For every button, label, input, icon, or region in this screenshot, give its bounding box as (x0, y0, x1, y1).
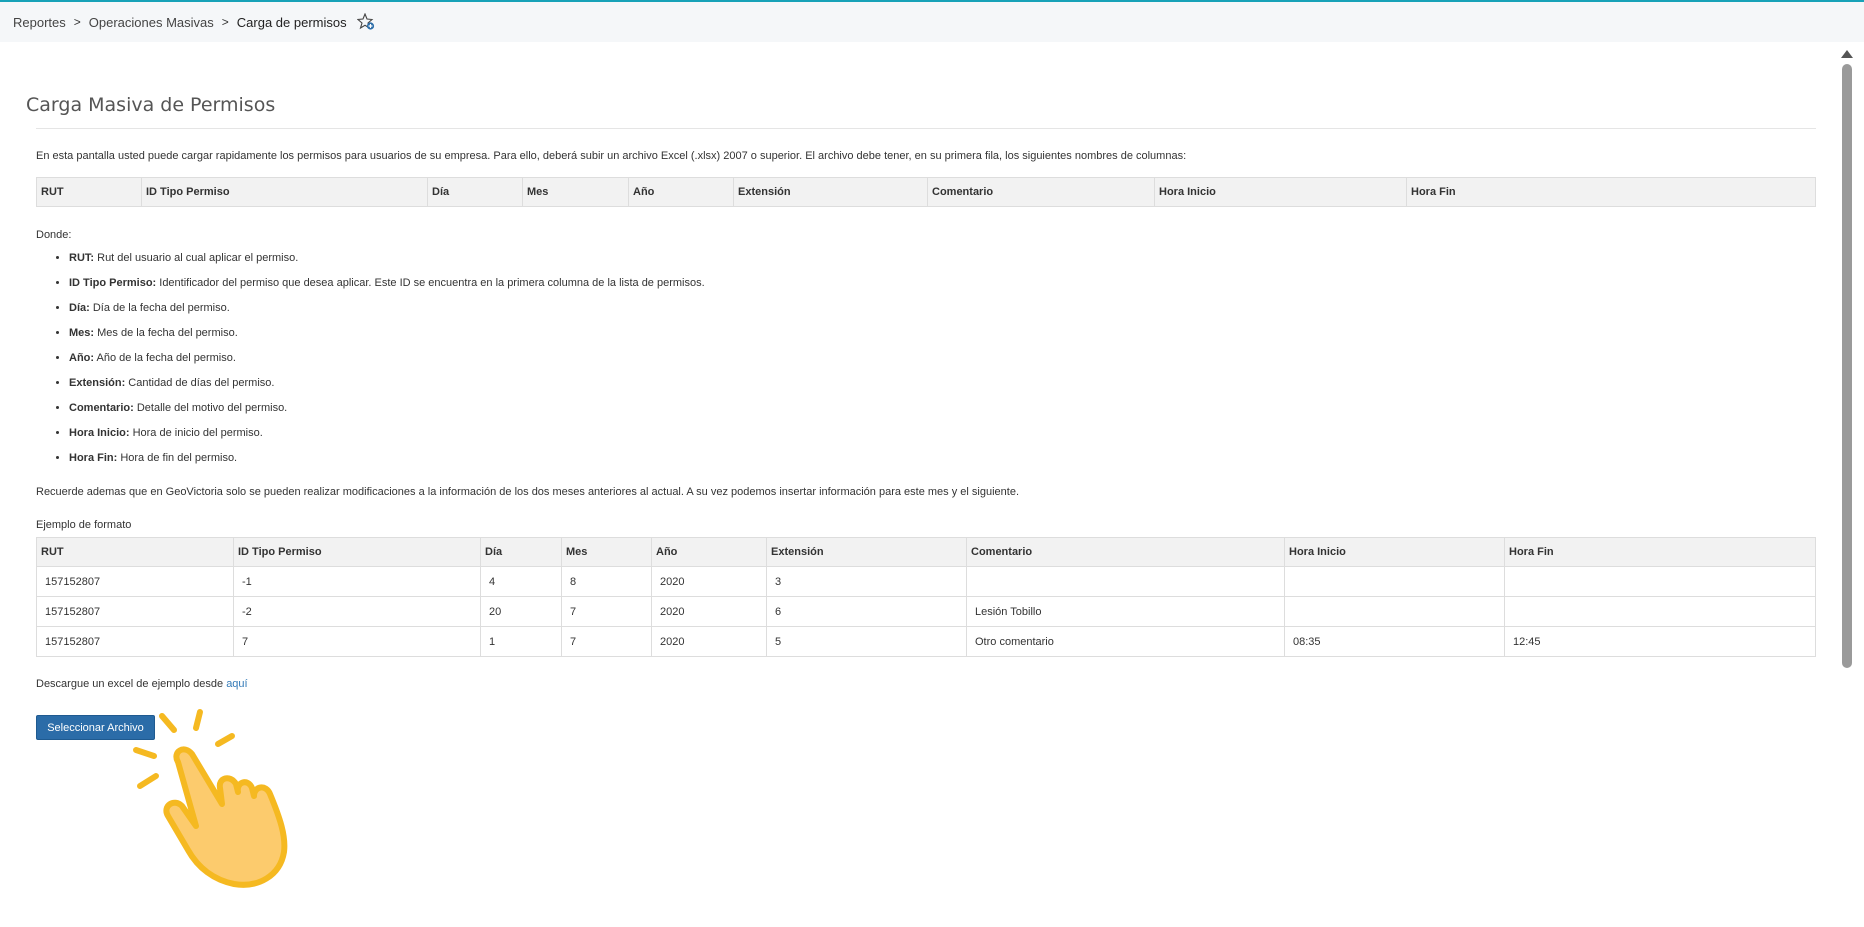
pointing-hand-cursor-icon (130, 700, 330, 900)
table-cell: 2020 (651, 626, 767, 657)
download-text: Descargue un excel de ejemplo desde aquí (36, 678, 248, 690)
table-cell: Lesión Tobillo (966, 596, 1285, 627)
table-cell: 2020 (651, 566, 767, 597)
table-cell: 157152807 (36, 626, 234, 657)
breadcrumb-item-current: Carga de permisos (236, 14, 347, 30)
example-label: Ejemplo de formato (36, 519, 132, 531)
table-cell: 4 (480, 566, 562, 597)
page-title: Carga Masiva de Permisos (26, 93, 276, 116)
list-item: Mes: Mes de la fecha del permiso. (69, 321, 705, 346)
column-header: Hora Inicio (1284, 537, 1505, 567)
table-cell: 3 (766, 566, 967, 597)
column-header: Año (628, 177, 734, 207)
column-header: ID Tipo Permiso (233, 537, 481, 567)
column-header: RUT (36, 177, 142, 207)
table-cell (1504, 596, 1816, 627)
table-cell: Otro comentario (966, 626, 1285, 657)
donde-label: Donde: (36, 229, 72, 241)
table-row: 157152807 7 1 7 2020 5 Otro comentario 0… (36, 626, 1816, 657)
table-cell: 8 (561, 566, 652, 597)
table-cell: 20 (480, 596, 562, 627)
column-header: Comentario (927, 177, 1155, 207)
breadcrumb-item-reportes[interactable]: Reportes (13, 15, 66, 30)
table-cell: -1 (233, 566, 481, 597)
breadcrumb-separator: > (221, 15, 229, 29)
table-cell: 157152807 (36, 596, 234, 627)
list-item: Día: Día de la fecha del permiso. (69, 296, 705, 321)
table-row: 157152807 -1 4 8 2020 3 (36, 566, 1816, 597)
column-header: Día (480, 537, 562, 567)
table-cell: 7 (233, 626, 481, 657)
column-header: RUT (36, 537, 234, 567)
list-item: Hora Inicio: Hora de inicio del permiso. (69, 421, 705, 446)
column-header: Día (427, 177, 523, 207)
breadcrumb: Reportes > Operaciones Masivas > Carga d… (0, 2, 1864, 42)
column-header: Extensión (766, 537, 967, 567)
intro-text: En esta pantalla usted puede cargar rapi… (36, 150, 1187, 162)
table-cell (1284, 566, 1505, 597)
download-example-link[interactable]: aquí (226, 678, 247, 690)
table-row: 157152807 -2 20 7 2020 6 Lesión Tobillo (36, 596, 1816, 627)
table-cell (1284, 596, 1505, 627)
table-cell (966, 566, 1285, 597)
column-header: Mes (561, 537, 652, 567)
scroll-up-arrow-icon[interactable] (1839, 47, 1855, 59)
column-header: ID Tipo Permiso (141, 177, 428, 207)
column-header: Hora Fin (1406, 177, 1816, 207)
example-table: RUT ID Tipo Permiso Día Mes Año Extensió… (36, 537, 1816, 657)
title-divider (36, 128, 1816, 129)
table-cell: 12:45 (1504, 626, 1816, 657)
favorite-star-icon[interactable] (356, 12, 375, 31)
column-header: Mes (522, 177, 629, 207)
table-cell: 1 (480, 626, 562, 657)
note-text: Recuerde ademas que en GeoVictoria solo … (36, 486, 1019, 498)
breadcrumb-item-operaciones[interactable]: Operaciones Masivas (89, 15, 214, 30)
breadcrumb-separator: > (73, 15, 81, 29)
column-header: Extensión (733, 177, 928, 207)
column-header: Hora Inicio (1154, 177, 1407, 207)
column-header: Comentario (966, 537, 1285, 567)
table-cell: 157152807 (36, 566, 234, 597)
table-cell: 7 (561, 626, 652, 657)
required-columns-table: RUT ID Tipo Permiso Día Mes Año Extensió… (36, 177, 1816, 207)
list-item: ID Tipo Permiso: Identificador del permi… (69, 271, 705, 296)
list-item: Hora Fin: Hora de fin del permiso. (69, 446, 705, 471)
list-item: Extensión: Cantidad de días del permiso. (69, 371, 705, 396)
column-header: Año (651, 537, 767, 567)
scrollbar-thumb[interactable] (1842, 64, 1852, 668)
table-cell (1504, 566, 1816, 597)
table-cell: 5 (766, 626, 967, 657)
list-item: RUT: Rut del usuario al cual aplicar el … (69, 246, 705, 271)
table-cell: 7 (561, 596, 652, 627)
table-cell: 6 (766, 596, 967, 627)
table-cell: 08:35 (1284, 626, 1505, 657)
definitions-list: RUT: Rut del usuario al cual aplicar el … (36, 246, 705, 471)
table-cell: -2 (233, 596, 481, 627)
table-cell: 2020 (651, 596, 767, 627)
column-header: Hora Fin (1504, 537, 1816, 567)
list-item: Comentario: Detalle del motivo del permi… (69, 396, 705, 421)
list-item: Año: Año de la fecha del permiso. (69, 346, 705, 371)
